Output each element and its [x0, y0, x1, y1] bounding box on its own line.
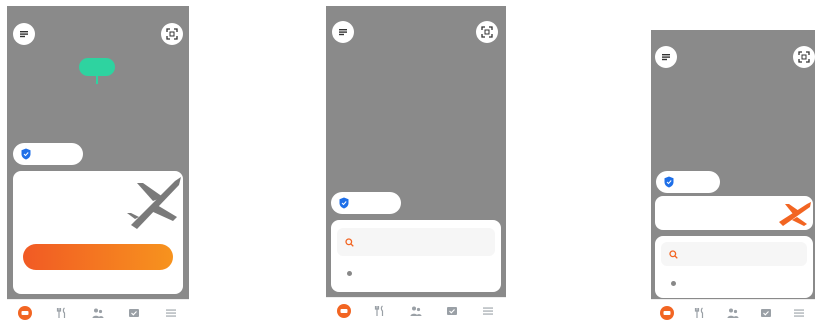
ticket-icon: [129, 309, 140, 317]
shield-icon: [664, 176, 674, 188]
scan-icon: [798, 51, 810, 63]
ticket-icon: [447, 307, 457, 315]
bottom-nav: [651, 299, 815, 326]
nav-more[interactable]: [480, 303, 496, 319]
nav-ride[interactable]: [659, 305, 675, 321]
nav-food[interactable]: [692, 305, 708, 321]
nav-ticket[interactable]: [444, 303, 460, 319]
nav-food[interactable]: [372, 303, 388, 319]
shield-icon: [21, 148, 31, 160]
food-icon: [695, 307, 704, 318]
map-marker-stem: [96, 76, 98, 84]
bottom-nav: [326, 297, 506, 324]
scan-icon: [166, 28, 178, 40]
airplane-icon: [127, 177, 181, 229]
menu-button[interactable]: [655, 46, 677, 68]
car-icon: [18, 306, 33, 320]
nav-ticket[interactable]: [758, 305, 774, 321]
nav-ride[interactable]: [17, 305, 33, 321]
search-card: [655, 236, 813, 298]
ticket-icon: [760, 309, 771, 317]
nav-more[interactable]: [791, 305, 807, 321]
map-marker[interactable]: [79, 58, 115, 76]
menu-icon: [339, 29, 347, 36]
promo-banner[interactable]: [655, 196, 813, 230]
scan-button[interactable]: [476, 21, 498, 43]
menu-button[interactable]: [332, 21, 354, 43]
safety-pill[interactable]: [331, 192, 401, 214]
saved-place-row[interactable]: [661, 272, 807, 294]
destination-search[interactable]: [661, 242, 807, 266]
people-icon: [92, 308, 104, 318]
menu-icon: [20, 31, 28, 38]
airplane-icon: [779, 202, 811, 226]
location-dot-icon: [671, 280, 676, 286]
scan-button[interactable]: [161, 23, 183, 45]
people-icon: [727, 308, 739, 318]
bottom-nav: [7, 299, 189, 326]
car-icon: [660, 306, 675, 320]
menu-button[interactable]: [13, 23, 35, 45]
scan-icon: [481, 26, 493, 38]
nav-people[interactable]: [90, 305, 106, 321]
phone-screen-2: [326, 6, 506, 324]
location-dot-icon: [347, 270, 352, 276]
menu-icon: [662, 54, 670, 61]
food-icon: [374, 305, 384, 316]
saved-place-row[interactable]: [337, 262, 495, 284]
nav-people[interactable]: [725, 305, 741, 321]
phone-screen-3: [651, 30, 815, 326]
more-icon: [483, 307, 493, 315]
nav-more[interactable]: [163, 305, 179, 321]
nav-people[interactable]: [408, 303, 424, 319]
people-icon: [410, 306, 422, 316]
safety-pill[interactable]: [13, 143, 83, 165]
food-icon: [56, 307, 65, 318]
phone-screen-1: [7, 6, 189, 326]
nav-ride[interactable]: [336, 303, 352, 319]
destination-search[interactable]: [337, 228, 495, 256]
shield-icon: [339, 197, 349, 209]
more-icon: [793, 309, 804, 317]
promo-card[interactable]: [13, 171, 183, 294]
car-icon: [337, 304, 351, 318]
scan-button[interactable]: [793, 46, 815, 68]
safety-pill[interactable]: [656, 171, 720, 193]
nav-food[interactable]: [54, 305, 70, 321]
more-icon: [165, 309, 176, 317]
primary-cta-button[interactable]: [23, 244, 173, 270]
search-card: [331, 220, 501, 292]
nav-ticket[interactable]: [126, 305, 142, 321]
search-icon: [345, 237, 354, 247]
search-icon: [669, 249, 678, 259]
